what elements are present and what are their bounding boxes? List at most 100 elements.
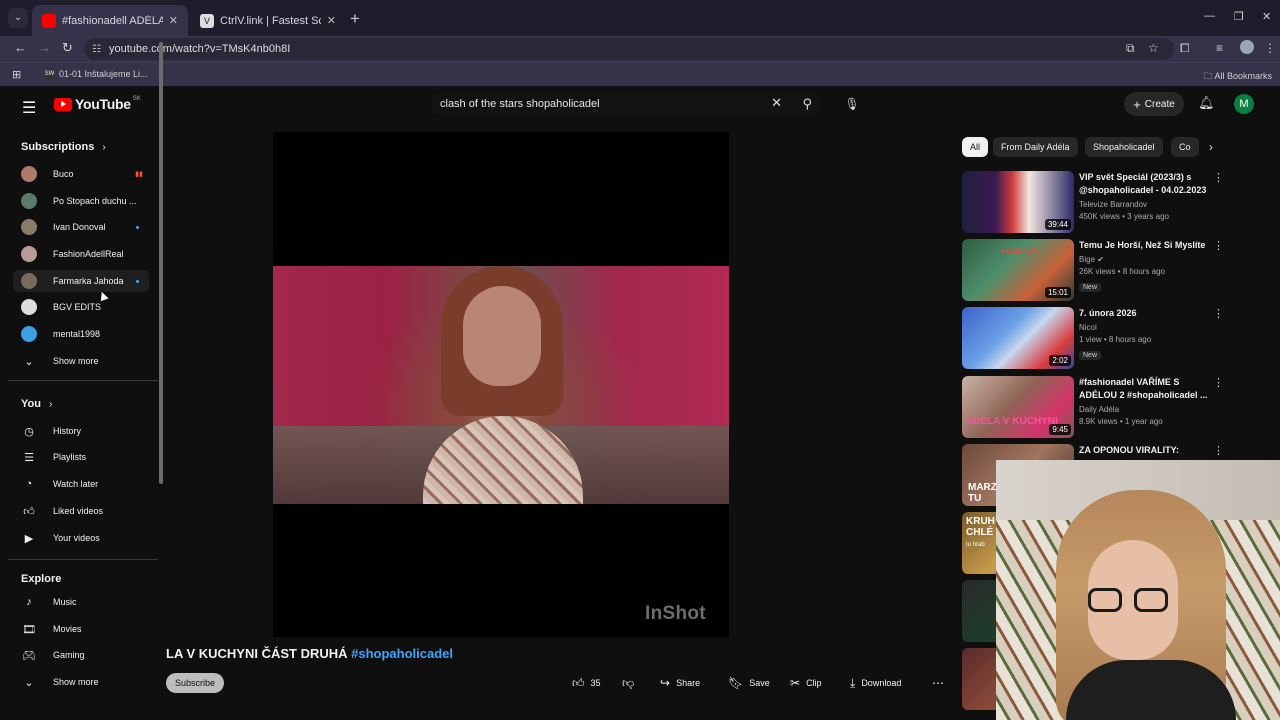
account-avatar[interactable]: M [1234,94,1254,114]
guide-menu-icon[interactable]: ☰ [22,98,36,118]
dislike-button[interactable]: 👎︎ [622,673,640,693]
recommendation-item[interactable]: ADÉLA V KUCHYNI 9:45 #fashionadel VAŘÍME… [962,376,1224,438]
clip-button[interactable]: ✂ Clip [790,673,822,693]
video-frame[interactable] [273,266,729,504]
chip-all[interactable]: All [962,137,989,157]
recommendation-channel[interactable]: Bige ✔ [1079,255,1211,264]
subscriptions-heading[interactable]: Subscriptions › [21,141,106,153]
sidebar-item-liked-videos[interactable]: 👍︎ Liked videos [13,500,149,522]
youtube-logo[interactable]: YouTube SK [54,96,141,112]
close-tab-icon[interactable]: ✕ [327,14,336,27]
sidebar-item-fashionadellreal[interactable]: FashionAdellReal [13,243,149,265]
back-icon[interactable]: ← [14,40,27,55]
close-window-icon[interactable]: ✕ [1262,10,1271,23]
tab-ctrlv[interactable]: V CtrlV.link | Fastest ScreenShot and Fr… [190,5,346,36]
recommendation-title[interactable]: #fashionadel VAŘÍME S ADÉLOU 2 #shopahol… [1079,376,1211,402]
more-vertical-icon[interactable]: ⋮ [1213,376,1224,389]
video-title-hashtag[interactable]: #shopaholicadel [351,646,453,661]
more-vertical-icon[interactable]: ⋮ [1213,307,1224,320]
bookmark-item[interactable]: SW 01-01 Inštalujeme Li... [44,69,148,79]
recommendation-title[interactable]: ZA OPONOU VIRALITY: [1079,444,1211,457]
more-vertical-icon[interactable]: ⋮ [1213,444,1224,457]
sidebar-item-mental1998[interactable]: mental1998 [13,323,149,345]
media-controls-icon[interactable]: ≡ [1216,41,1223,55]
recommendation-channel[interactable]: Daily Adéla [1079,405,1211,414]
sidebar-item-ivan-donoval[interactable]: Ivan Donoval [13,216,149,238]
thumbnail-text: MARZ TU [968,482,997,504]
sidebar-item-playlists[interactable]: ☰ Playlists [13,446,149,468]
browser-menu-icon[interactable]: ⋮ [1264,41,1276,55]
verified-icon: ✔ [1097,255,1104,264]
site-info-icon[interactable]: ☷ [92,44,101,55]
video-thumbnail[interactable]: ADÉLA V KUCHYNI 9:45 [962,376,1074,438]
recommendation-title[interactable]: 7. února 2026 [1079,307,1211,320]
sidebar-item-movies[interactable]: 🎞︎ Movies [13,618,149,640]
recommendation-item[interactable]: 39:44 VIP svět Speciál (2023/3) s @shopa… [962,171,1224,233]
sidebar-item-label: Show more [53,677,99,687]
chevron-right-icon[interactable]: › [1209,140,1213,154]
all-bookmarks-button[interactable]: 🗀 All Bookmarks [1203,69,1272,85]
video-thumbnail[interactable]: 39:44 [962,171,1074,233]
channel-avatar [21,246,37,262]
chip-co[interactable]: Co [1171,137,1199,157]
video-thumbnail[interactable]: NELEGÁLNÍ 15:01 [962,239,1074,301]
browser-profile-avatar[interactable] [1240,40,1254,54]
more-actions-button[interactable]: ⋯ [932,673,950,693]
more-vertical-icon[interactable]: ⋮ [1213,239,1224,252]
sidebar-explore-show-more[interactable]: ⌄ Show more [13,671,149,693]
share-button[interactable]: ↪ Share [660,673,700,693]
you-heading[interactable]: You › [21,398,52,410]
chevron-right-icon: › [102,141,106,153]
save-button[interactable]: 🔖︎ Save [728,673,770,693]
sidebar-item-farmarka-jahoda[interactable]: Farmarka Jahoda [13,270,149,292]
chip-from-daily-adela[interactable]: From Daily Adéla [993,137,1078,157]
sidebar-item-your-videos[interactable]: ▶ Your videos [13,527,149,549]
restore-icon[interactable]: ❐ [1234,10,1244,23]
tab-search-chevron-icon[interactable]: ⌄ [8,8,28,28]
sidebar-item-history[interactable]: ◷ History [13,420,149,442]
clear-search-icon[interactable]: ✕ [771,95,782,111]
subscribe-button[interactable]: Subscribe [166,673,224,693]
install-app-icon[interactable]: ⧉ [1126,41,1135,56]
minimize-icon[interactable]: — [1204,10,1215,22]
sidebar-item-buco[interactable]: Buco ▮▮ [13,163,149,185]
close-tab-icon[interactable]: ✕ [169,14,178,27]
new-tab-icon[interactable]: + [350,9,360,29]
address-bar[interactable]: ☷ youtube.com/watch?v=TMsK4nb0h8I [84,38,1174,60]
sidebar-scrollbar[interactable] [159,42,163,484]
chip-shopaholicadel[interactable]: Shopaholicadel [1085,137,1163,157]
sidebar-item-watch-later[interactable]: ◔ Watch later [13,473,149,495]
like-button[interactable]: 👍︎ 35 [572,673,601,693]
more-vertical-icon[interactable]: ⋮ [1213,171,1224,184]
search-input[interactable]: clash of the stars shopaholicadel ✕ ⚲ [430,92,822,116]
recommendation-title[interactable]: VIP svět Speciál (2023/3) s @shopaholica… [1079,171,1211,197]
recommendation-item[interactable]: NELEGÁLNÍ 15:01 Temu Je Horší, Než Si My… [962,239,1224,301]
apps-grid-icon[interactable]: ⊞ [12,68,21,81]
channel-avatar [21,219,37,235]
sidebar-show-more[interactable]: ⌄ Show more [13,350,149,372]
download-button[interactable]: ⤓ Download [850,673,901,693]
video-thumbnail[interactable]: 2:02 [962,307,1074,369]
like-count: 35 [590,678,601,688]
recommendation-title[interactable]: Temu Je Horší, Než Si Myslíte [1079,239,1211,252]
recommendation-item[interactable]: 2:02 7. února 2026 Nicol 1 view • 8 hour… [962,307,1224,369]
sidebar-item-gaming[interactable]: 🎮︎ Gaming [13,644,149,666]
share-label: Share [676,678,701,688]
sidebar-item-label: Po Stopach duchu ... [53,196,137,206]
tab-youtube[interactable]: #fashionadell ADÉLA V KUCHYNI ✕ [32,5,188,36]
subscriptions-title: Subscriptions [21,141,95,153]
bookmark-star-icon[interactable]: ☆ [1148,41,1159,55]
extensions-icon[interactable]: ⧠ [1180,41,1190,56]
search-icon[interactable]: ⚲ [802,96,812,112]
create-button[interactable]: + Create [1124,92,1184,116]
notifications-bell-icon[interactable]: 🔔︎ [1198,95,1215,111]
recommendation-channel[interactable]: Nicol [1079,323,1211,332]
sidebar-item-po-stopach[interactable]: Po Stopach duchu ... [13,190,149,212]
sidebar-item-label: Ivan Donoval [53,222,106,232]
sidebar-item-music[interactable]: ♪ Music [13,591,149,613]
recommendation-channel[interactable]: Televize Barrandov [1079,200,1211,209]
sidebar-item-bgv-edits[interactable]: BGV EDITS [13,296,149,318]
forward-icon[interactable]: → [38,40,51,55]
voice-search-icon[interactable]: 🎙 [842,94,862,114]
reload-icon[interactable]: ↻ [62,40,73,56]
